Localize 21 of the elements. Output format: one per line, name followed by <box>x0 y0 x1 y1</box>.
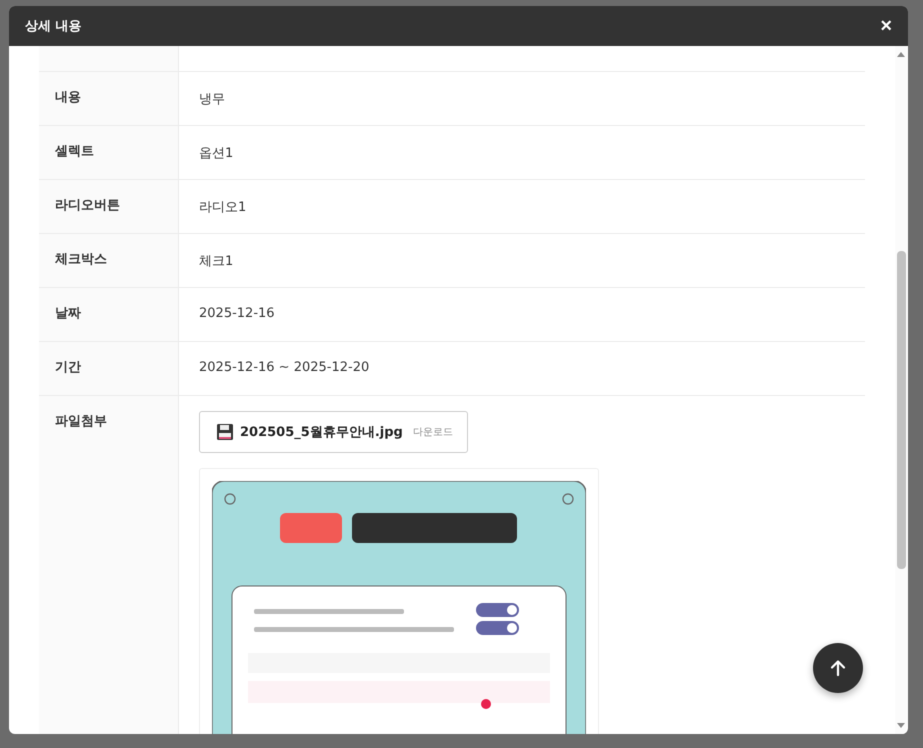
file-attachment[interactable]: 202505_5월휴무안내.jpg 다운로드 <box>199 411 468 453</box>
modal-title: 상세 내용 <box>25 18 82 35</box>
field-value: 2025-12-16 <box>199 306 275 321</box>
close-button[interactable]: × <box>876 16 896 36</box>
field-value: 2025-12-16 ~ 2025-12-20 <box>199 360 370 375</box>
field-label: 체크박스 <box>39 234 179 287</box>
field-value: 옵션1 <box>199 145 234 162</box>
field-label: 기간 <box>39 342 179 395</box>
field-label: 날짜 <box>39 288 179 341</box>
field-label: 셀렉트 <box>39 126 179 179</box>
up-arrow-icon <box>828 658 848 678</box>
field-value: 체크1 <box>199 253 234 270</box>
field-value: 라디오1 <box>199 199 246 216</box>
field-value: 냉무 <box>199 91 225 108</box>
field-label: 라디오버튼 <box>39 180 179 233</box>
scrollbar[interactable] <box>895 46 907 734</box>
field-label: 내용 <box>39 72 179 125</box>
field-label: 파일첨부 <box>39 396 179 734</box>
file-name: 202505_5월휴무안내.jpg <box>240 424 403 441</box>
scroll-to-top-button[interactable] <box>813 643 863 693</box>
download-link[interactable]: 다운로드 <box>412 425 453 439</box>
